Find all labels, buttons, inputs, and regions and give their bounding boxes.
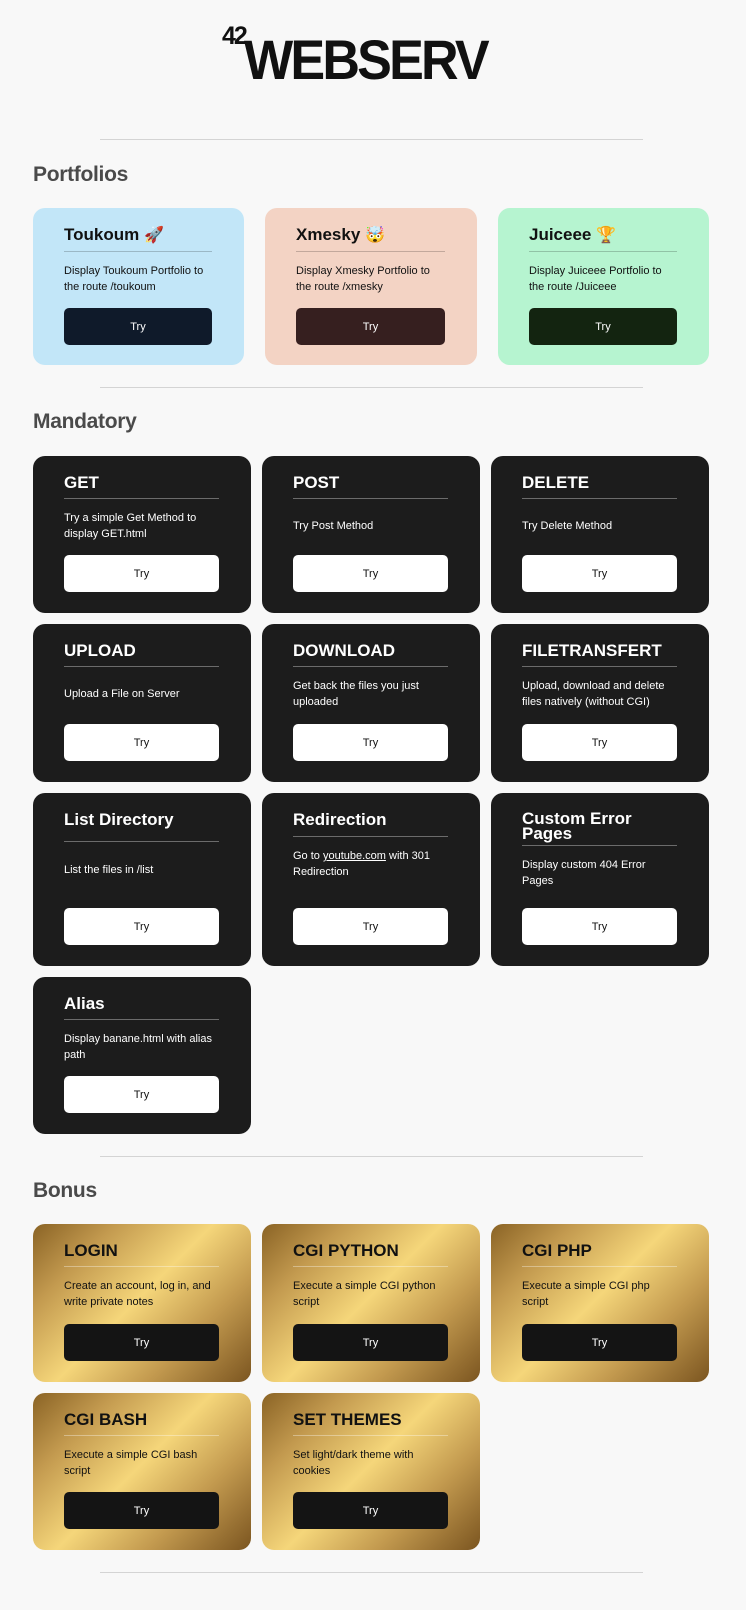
bonus-card-set-themes: SET THEMES Set light/dark theme with coo… — [262, 1393, 480, 1550]
rocket-icon: 🚀 — [143, 227, 164, 244]
card-title: POST — [293, 474, 448, 499]
trophy-icon: 🏆 — [596, 227, 617, 244]
card-description: Set light/dark theme with cookies — [293, 1449, 414, 1477]
card-title: Redirection — [293, 811, 448, 837]
try-button[interactable]: Try — [293, 1324, 448, 1361]
mandatory-card-download: DOWNLOAD Get back the files you just upl… — [262, 624, 480, 782]
card-description: Display custom 404 Error Pages — [522, 859, 646, 887]
mandatory-card-get: GET Try a simple Get Method to display G… — [33, 456, 251, 613]
divider — [100, 139, 643, 140]
logo-42: 42 — [222, 22, 248, 50]
try-button[interactable]: Try — [522, 724, 677, 761]
card-title: Xmesky 🤯 — [296, 226, 445, 252]
card-title: Toukoum 🚀 — [64, 226, 212, 252]
bonus-card-cgi-php: CGI PHP Execute a simple CGI php script … — [491, 1224, 709, 1382]
bonus-card-login: LOGIN Create an account, log in, and wri… — [33, 1224, 251, 1382]
portfolio-card-xmesky: Xmesky 🤯 Display Xmesky Portfolio to the… — [265, 208, 477, 365]
card-description: Execute a simple CGI python script — [293, 1280, 436, 1308]
try-button[interactable]: Try — [296, 308, 445, 345]
try-button[interactable]: Try — [64, 555, 219, 592]
card-title: Custom Error Pages — [522, 810, 677, 846]
card-title: DELETE — [522, 474, 677, 499]
section-title-mandatory: Mandatory — [33, 410, 137, 433]
card-title: UPLOAD — [64, 642, 219, 667]
divider — [100, 1572, 643, 1573]
try-button[interactable]: Try — [522, 908, 677, 945]
portfolio-card-juiceee: Juiceee 🏆 Display Juiceee Portfolio to t… — [498, 208, 709, 365]
bonus-card-cgi-bash: CGI BASH Execute a simple CGI bash scrip… — [33, 1393, 251, 1550]
exploding-head-icon: 🤯 — [365, 227, 385, 244]
card-title: SET THEMES — [293, 1411, 448, 1436]
mandatory-card-redirection: Redirection Go to youtube.com with 301 R… — [262, 793, 480, 966]
try-button[interactable]: Try — [522, 555, 677, 592]
try-button[interactable]: Try — [64, 1076, 219, 1113]
card-description: Get back the files you just uploaded — [293, 680, 419, 708]
try-button[interactable]: Try — [64, 724, 219, 761]
card-title: Alias — [64, 995, 219, 1020]
card-description: Display Juiceee Portfolio to the route /… — [529, 265, 662, 293]
try-button[interactable]: Try — [522, 1324, 677, 1361]
portfolio-card-toukoum: Toukoum 🚀 Display Toukoum Portfolio to t… — [33, 208, 244, 365]
mandatory-card-alias: Alias Display banane.html with alias pat… — [33, 977, 251, 1134]
card-title: GET — [64, 474, 219, 499]
card-description: Display banane.html with alias path — [64, 1033, 212, 1061]
card-description: Upload a File on Server — [64, 688, 180, 700]
card-title: CGI PHP — [522, 1242, 677, 1267]
youtube-link[interactable]: youtube.com — [323, 850, 386, 862]
mandatory-card-upload: UPLOAD Upload a File on Server Try — [33, 624, 251, 782]
mandatory-card-delete: DELETE Try Delete Method Try — [491, 456, 709, 613]
try-button[interactable]: Try — [64, 308, 212, 345]
card-description: Upload, download and delete files native… — [522, 680, 665, 708]
try-button[interactable]: Try — [64, 1324, 219, 1361]
section-title-bonus: Bonus — [33, 1179, 97, 1202]
bonus-card-cgi-python: CGI PYTHON Execute a simple CGI python s… — [262, 1224, 480, 1382]
try-button[interactable]: Try — [293, 908, 448, 945]
card-description: Go to youtube.com with 301 Redirection — [293, 850, 430, 878]
divider — [100, 387, 643, 388]
card-description: Create an account, log in, and write pri… — [64, 1280, 211, 1308]
section-title-portfolios: Portfolios — [33, 163, 128, 186]
card-title: CGI PYTHON — [293, 1242, 448, 1267]
card-title: Juiceee 🏆 — [529, 226, 677, 252]
card-description: Display Toukoum Portfolio to the route /… — [64, 265, 204, 293]
mandatory-card-filetransfert: FILETRANSFERT Upload, download and delet… — [491, 624, 709, 782]
card-description: Display Xmesky Portfolio to the route /x… — [296, 265, 430, 293]
card-description: List the files in /list — [64, 864, 154, 876]
try-button[interactable]: Try — [64, 908, 219, 945]
mandatory-card-list-directory: List Directory List the files in /list T… — [33, 793, 251, 966]
card-description: Try a simple Get Method to display GET.h… — [64, 512, 197, 540]
mandatory-card-post: POST Try Post Method Try — [262, 456, 480, 613]
card-title: CGI BASH — [64, 1411, 219, 1436]
try-button[interactable]: Try — [293, 1492, 448, 1529]
card-description: Execute a simple CGI php script — [522, 1280, 650, 1308]
try-button[interactable]: Try — [293, 555, 448, 592]
try-button[interactable]: Try — [529, 308, 677, 345]
page-header: 42 WEBSERV — [0, 0, 746, 110]
webserv-logo[interactable]: 42 WEBSERV — [222, 24, 505, 88]
card-title: LOGIN — [64, 1242, 219, 1267]
card-description: Try Post Method — [293, 520, 374, 532]
mandatory-card-custom-error-pages: Custom Error Pages Display custom 404 Er… — [491, 793, 709, 966]
try-button[interactable]: Try — [64, 1492, 219, 1529]
card-title: FILETRANSFERT — [522, 642, 677, 667]
card-description: Try Delete Method — [522, 520, 613, 532]
divider — [100, 1156, 643, 1157]
logo-text: WEBSERV — [244, 28, 490, 91]
card-title: List Directory — [64, 811, 219, 842]
card-title: DOWNLOAD — [293, 642, 448, 667]
card-description: Execute a simple CGI bash script — [64, 1449, 198, 1477]
try-button[interactable]: Try — [293, 724, 448, 761]
